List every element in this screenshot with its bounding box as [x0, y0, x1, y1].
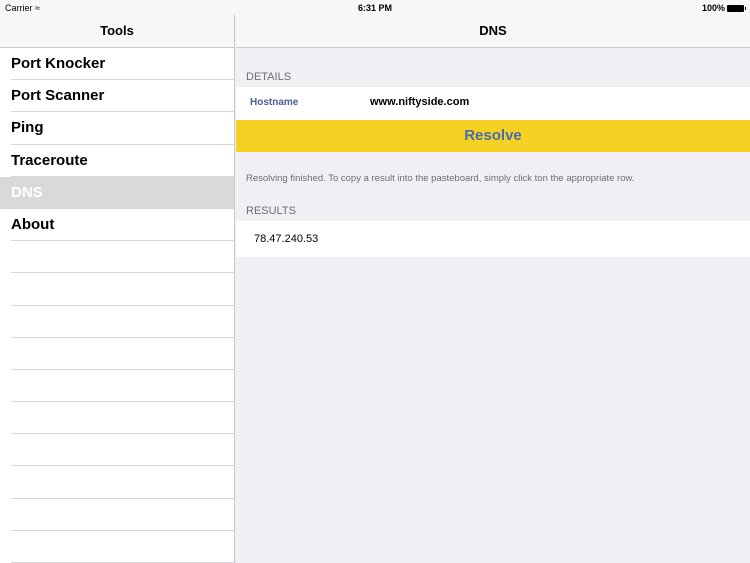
empty-row — [0, 370, 234, 403]
battery-icon — [727, 4, 746, 12]
empty-row — [0, 338, 234, 371]
page-title: DNS — [236, 15, 750, 48]
details-header: DETAILS — [246, 71, 292, 83]
sidebar: Tools Port Knocker Port Scanner Ping Tra… — [0, 15, 235, 563]
empty-row — [0, 466, 234, 499]
sidebar-item-about[interactable]: About — [0, 209, 234, 242]
sidebar-item-port-knocker[interactable]: Port Knocker — [0, 48, 234, 81]
status-bar: Carrier ≈ 6:31 PM 100% — [0, 0, 750, 15]
empty-row — [0, 434, 234, 467]
empty-row — [0, 499, 234, 532]
battery: 100% — [701, 3, 746, 13]
empty-row — [0, 531, 234, 563]
detail-pane: DNS DETAILS Hostname www.niftyside.com R… — [236, 15, 750, 563]
battery-percent: 100% — [701, 3, 725, 13]
tools-list: Port Knocker Port Scanner Ping Tracerout… — [0, 48, 234, 563]
status-message: Resolving finished. To copy a result int… — [246, 173, 635, 184]
sidebar-item-dns[interactable]: DNS — [0, 176, 234, 210]
hostname-row: Hostname www.niftyside.com — [236, 87, 750, 120]
empty-row — [0, 402, 234, 435]
empty-row — [0, 241, 234, 274]
sidebar-item-ping[interactable]: Ping — [0, 112, 234, 145]
resolve-button[interactable]: Resolve — [236, 120, 750, 152]
sidebar-item-port-scanner[interactable]: Port Scanner — [0, 80, 234, 113]
clock: 6:31 PM — [357, 3, 392, 13]
sidebar-title: Tools — [0, 15, 234, 48]
hostname-label: Hostname — [250, 97, 299, 108]
sidebar-item-traceroute[interactable]: Traceroute — [0, 145, 234, 177]
empty-row — [0, 306, 234, 338]
empty-row — [0, 273, 234, 306]
result-row[interactable]: 78.47.240.53 — [236, 221, 750, 257]
results-header: RESULTS — [246, 205, 296, 217]
hostname-input[interactable]: www.niftyside.com — [370, 96, 469, 108]
